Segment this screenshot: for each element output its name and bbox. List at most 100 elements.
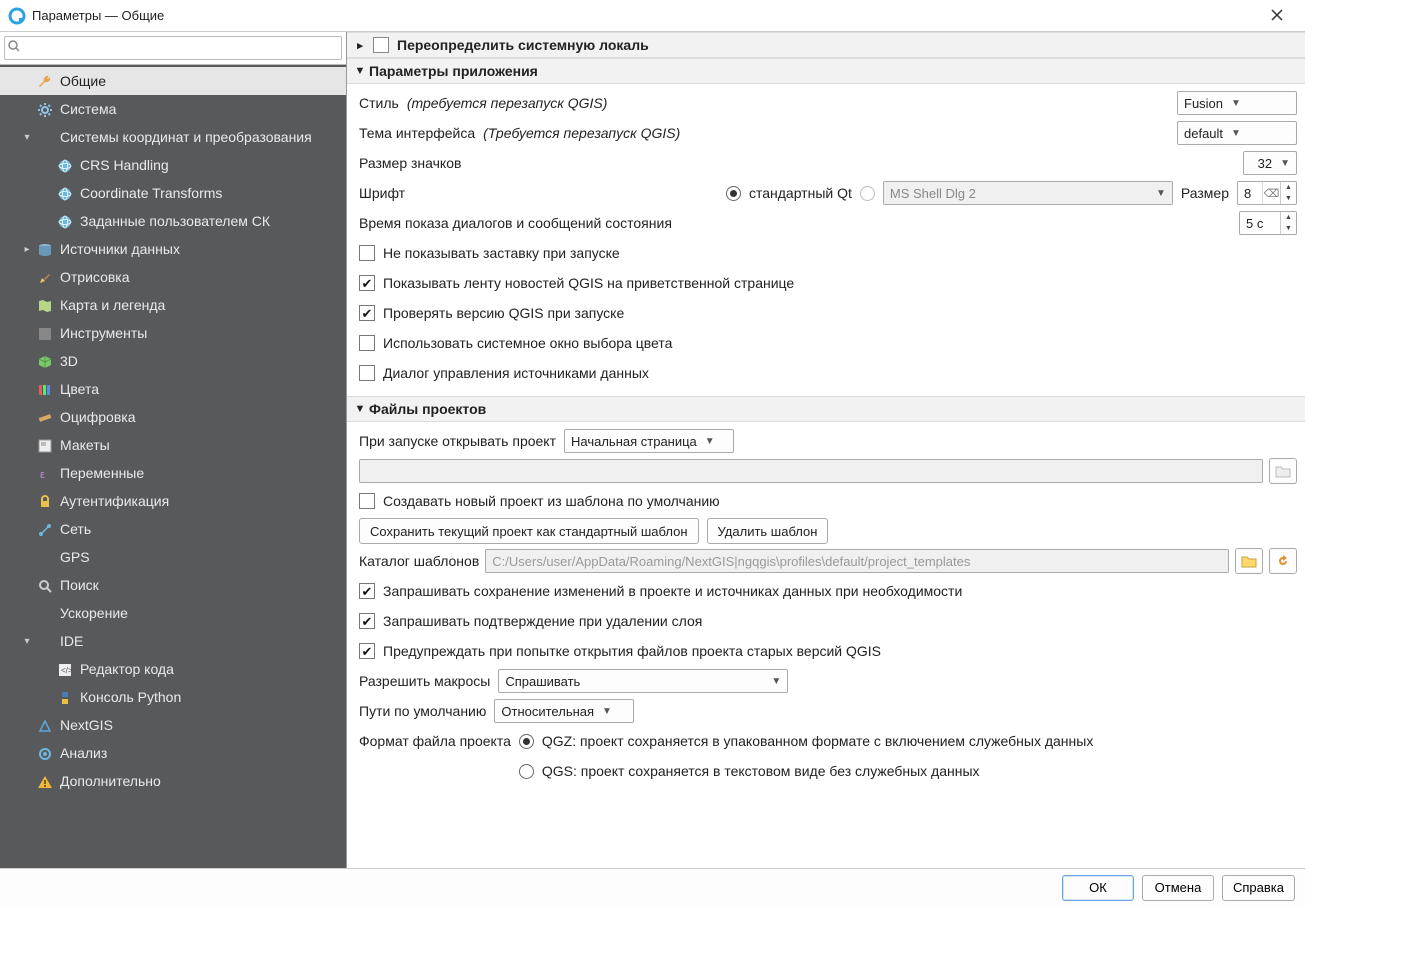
locale-checkbox[interactable] xyxy=(373,37,389,53)
paths-label: Пути по умолчанию xyxy=(359,703,486,719)
sidebar-item-4[interactable]: Coordinate Transforms xyxy=(0,179,346,207)
spin-up-icon[interactable]: ▲ xyxy=(1281,182,1296,193)
sidebar-item-19[interactable]: Ускорение xyxy=(0,599,346,627)
sidebar-item-9[interactable]: Инструменты xyxy=(0,319,346,347)
chk-confirm-delete-label: Запрашивать подтверждение при удалении с… xyxy=(383,613,702,629)
theme-select[interactable]: default▼ xyxy=(1177,121,1297,145)
sidebar-item-24[interactable]: Анализ xyxy=(0,739,346,767)
section-projects-body: При запуске открывать проект Начальная с… xyxy=(347,422,1305,794)
sidebar-item-6[interactable]: ▸Источники данных xyxy=(0,235,346,263)
sidebar-item-label: Источники данных xyxy=(60,241,180,257)
sidebar-item-25[interactable]: Дополнительно xyxy=(0,767,346,795)
sidebar-item-22[interactable]: Консоль Python xyxy=(0,683,346,711)
collapse-icon: ▼ xyxy=(351,403,369,415)
spin-down-icon[interactable]: ▼ xyxy=(1281,223,1296,234)
ok-button[interactable]: ОК xyxy=(1062,875,1134,901)
msgtime-value: 5 с xyxy=(1240,212,1280,234)
font-family-select[interactable]: MS Shell Dlg 2 ▼ xyxy=(883,181,1173,205)
sidebar-item-label: Поиск xyxy=(60,577,99,593)
app-logo-icon xyxy=(8,7,26,25)
chk-native-color[interactable] xyxy=(359,335,375,351)
sidebar-item-18[interactable]: Поиск xyxy=(0,571,346,599)
wrench-icon xyxy=(34,72,56,89)
sidebar-item-21[interactable]: </>Редактор кода xyxy=(0,655,346,683)
tools-icon xyxy=(34,324,56,341)
section-locale-title: Переопределить системную локаль xyxy=(397,37,649,53)
chk-warn-old[interactable] xyxy=(359,643,375,659)
format-qgs-radio[interactable] xyxy=(519,764,534,779)
sidebar-item-0[interactable]: Общие xyxy=(0,67,346,95)
save-template-button[interactable]: Сохранить текущий проект как стандартный… xyxy=(359,518,699,544)
msgtime-spinbox[interactable]: 5 с ▲▼ xyxy=(1239,211,1297,235)
collapse-icon: ▼ xyxy=(351,65,369,77)
globe-icon xyxy=(54,156,76,173)
sidebar-item-7[interactable]: Отрисовка xyxy=(0,263,346,291)
style-label: Стиль xyxy=(359,95,399,111)
sidebar-item-label: Редактор кода xyxy=(80,661,174,677)
browse-button[interactable] xyxy=(1269,458,1297,484)
sidebar-search-input[interactable] xyxy=(4,36,342,60)
font-custom-radio[interactable] xyxy=(860,186,875,201)
macros-select[interactable]: Спрашивать ▼ xyxy=(498,669,788,693)
chk-template[interactable] xyxy=(359,493,375,509)
iconsize-value: 32 xyxy=(1258,156,1272,171)
sidebar-item-3[interactable]: CRS Handling xyxy=(0,151,346,179)
chk-prompt-save[interactable] xyxy=(359,583,375,599)
spin-down-icon[interactable]: ▼ xyxy=(1281,193,1296,204)
project-path-input xyxy=(359,459,1263,483)
close-icon[interactable] xyxy=(1257,8,1297,24)
brush-icon xyxy=(34,268,56,285)
cancel-button[interactable]: Отмена xyxy=(1142,875,1214,901)
sidebar-item-11[interactable]: Цвета xyxy=(0,375,346,403)
globe-icon xyxy=(54,184,76,201)
open-project-select[interactable]: Начальная страница▼ xyxy=(564,429,734,453)
section-app-header[interactable]: ▼ Параметры приложения xyxy=(347,58,1305,84)
section-app-body: Стиль (требуется перезапуск QGIS) Fusion… xyxy=(347,84,1305,396)
pencil-icon xyxy=(34,408,56,425)
sidebar-item-5[interactable]: Заданные пользователем СК xyxy=(0,207,346,235)
sidebar-item-12[interactable]: Оцифровка xyxy=(0,403,346,431)
sidebar-item-1[interactable]: Система xyxy=(0,95,346,123)
chk-confirm-delete[interactable] xyxy=(359,613,375,629)
sidebar-item-8[interactable]: Карта и легенда xyxy=(0,291,346,319)
sidebar-item-23[interactable]: NextGIS xyxy=(0,711,346,739)
chevron-icon: ▾ xyxy=(20,132,34,143)
sidebar-item-label: GPS xyxy=(60,549,90,565)
spin-up-icon[interactable]: ▲ xyxy=(1281,212,1296,223)
sidebar-item-2[interactable]: ▾Системы координат и преобразования xyxy=(0,123,346,151)
clear-icon[interactable]: ⌫ xyxy=(1262,182,1280,204)
browse-template-dir-button[interactable] xyxy=(1235,548,1263,574)
chk-datasource-dlg-label: Диалог управления источниками данных xyxy=(383,365,649,381)
sidebar-item-17[interactable]: GPS xyxy=(0,543,346,571)
sidebar-item-16[interactable]: Сеть xyxy=(0,515,346,543)
sidebar-item-20[interactable]: ▾IDE xyxy=(0,627,346,655)
font-label: Шрифт xyxy=(359,185,405,201)
font-std-radio[interactable] xyxy=(726,186,741,201)
template-dir-input[interactable] xyxy=(485,549,1229,573)
format-label: Формат файла проекта xyxy=(359,733,511,749)
style-select[interactable]: Fusion▼ xyxy=(1177,91,1297,115)
open-project-value: Начальная страница xyxy=(571,434,697,449)
paths-select[interactable]: Относительная▼ xyxy=(494,699,634,723)
sidebar-item-14[interactable]: εПеременные xyxy=(0,459,346,487)
reset-template-dir-button[interactable] xyxy=(1269,548,1297,574)
open-project-label: При запуске открывать проект xyxy=(359,433,556,449)
code-icon: </> xyxy=(54,660,76,677)
chk-splash[interactable] xyxy=(359,245,375,261)
font-size-spinbox[interactable]: 8 ⌫ ▲▼ xyxy=(1237,181,1297,205)
section-projects-header[interactable]: ▼ Файлы проектов xyxy=(347,396,1305,422)
section-locale-header[interactable]: ▸ Переопределить системную локаль xyxy=(347,32,1305,58)
iconsize-select[interactable]: 32▼ xyxy=(1243,151,1297,175)
format-qgz-radio[interactable] xyxy=(519,734,534,749)
undo-icon xyxy=(1276,554,1290,568)
sidebar-item-10[interactable]: 3D xyxy=(0,347,346,375)
delete-template-button[interactable]: Удалить шаблон xyxy=(707,518,829,544)
chk-version[interactable] xyxy=(359,305,375,321)
sidebar-item-13[interactable]: Макеты xyxy=(0,431,346,459)
chk-news[interactable] xyxy=(359,275,375,291)
chk-datasource-dlg[interactable] xyxy=(359,365,375,381)
sidebar-item-15[interactable]: Аутентификация xyxy=(0,487,346,515)
style-hint: (требуется перезапуск QGIS) xyxy=(407,95,608,111)
sidebar-item-label: Coordinate Transforms xyxy=(80,185,222,201)
help-button[interactable]: Справка xyxy=(1222,875,1295,901)
